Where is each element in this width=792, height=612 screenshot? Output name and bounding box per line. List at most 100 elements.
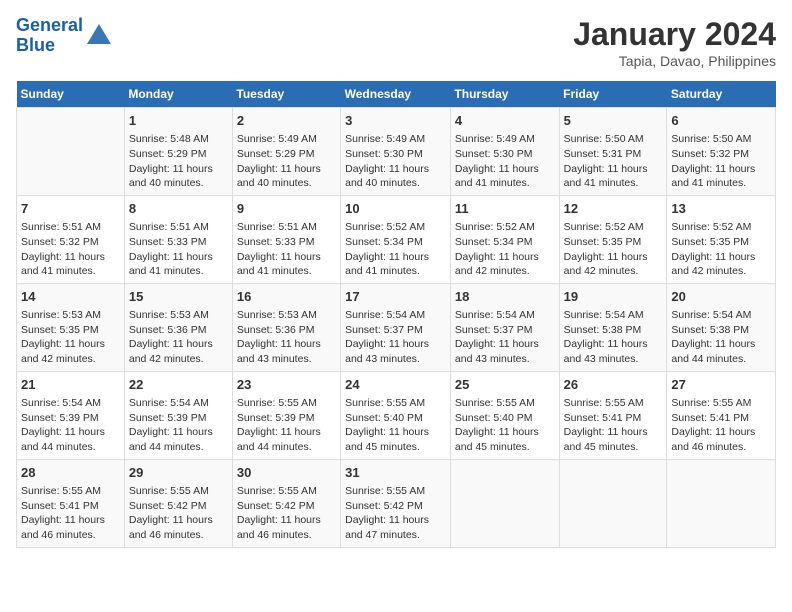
day-number: 17 [345, 288, 446, 306]
day-number: 30 [237, 464, 336, 482]
day-info: Sunrise: 5:54 AM Sunset: 5:38 PM Dayligh… [564, 308, 663, 367]
day-number: 29 [129, 464, 228, 482]
title-block: January 2024 Tapia, Davao, Philippines [573, 16, 776, 69]
calendar-cell: 14 Sunrise: 5:53 AM Sunset: 5:35 PM Dayli… [17, 283, 125, 371]
header-cell-saturday: Saturday [667, 81, 776, 108]
day-number: 1 [129, 112, 228, 130]
day-info: Sunrise: 5:49 AM Sunset: 5:30 PM Dayligh… [455, 132, 555, 191]
day-number: 3 [345, 112, 446, 130]
calendar-cell: 15 Sunrise: 5:53 AM Sunset: 5:36 PM Dayli… [124, 283, 232, 371]
calendar-cell: 10 Sunrise: 5:52 AM Sunset: 5:34 PM Dayli… [341, 195, 451, 283]
day-number: 6 [671, 112, 771, 130]
day-number: 4 [455, 112, 555, 130]
day-info: Sunrise: 5:49 AM Sunset: 5:29 PM Dayligh… [237, 132, 336, 191]
calendar-cell: 3 Sunrise: 5:49 AM Sunset: 5:30 PM Daylig… [341, 108, 451, 196]
day-info: Sunrise: 5:55 AM Sunset: 5:39 PM Dayligh… [237, 396, 336, 455]
page-header: General Blue January 2024 Tapia, Davao, … [16, 16, 776, 69]
week-row-0: 1Sunrise: 5:48 AM Sunset: 5:29 PM Daylig… [17, 108, 776, 196]
calendar-cell: 25Sunrise: 5:55 AM Sunset: 5:40 PM Dayli… [450, 371, 559, 459]
calendar-cell: 29Sunrise: 5:55 AM Sunset: 5:42 PM Dayli… [124, 459, 232, 547]
day-number: 15 [129, 288, 228, 306]
calendar-cell [559, 459, 667, 547]
day-info: Sunrise: 5:54 AM Sunset: 5:39 PM Dayligh… [21, 396, 120, 455]
header-cell-monday: Monday [124, 81, 232, 108]
calendar-cell: 27Sunrise: 5:55 AM Sunset: 5:41 PM Dayli… [667, 371, 776, 459]
day-info: Sunrise: 5:54 AM Sunset: 5:37 PM Dayligh… [345, 308, 446, 367]
week-row-1: 7 Sunrise: 5:51 AM Sunset: 5:32 PM Daylig… [17, 195, 776, 283]
week-row-4: 28 Sunrise: 5:55 AM Sunset: 5:41 PM Dayli… [17, 459, 776, 547]
calendar-table: SundayMondayTuesdayWednesdayThursdayFrid… [16, 81, 776, 548]
header-cell-friday: Friday [559, 81, 667, 108]
day-info: Sunrise: 5:51 AM Sunset: 5:33 PM Dayligh… [237, 220, 336, 279]
day-number: 26 [564, 376, 663, 394]
day-info: Sunrise: 5:52 AM Sunset: 5:34 PM Dayligh… [345, 220, 446, 279]
calendar-cell: 31 Sunrise: 5:55 AM Sunset: 5:42 PM Dayli… [341, 459, 451, 547]
day-number: 24 [345, 376, 446, 394]
day-info: Sunrise: 5:55 AM Sunset: 5:42 PM Dayligh… [345, 484, 446, 543]
calendar-cell: 1Sunrise: 5:48 AM Sunset: 5:29 PM Daylig… [124, 108, 232, 196]
day-info: Sunrise: 5:55 AM Sunset: 5:41 PM Dayligh… [671, 396, 771, 455]
calendar-cell: 17 Sunrise: 5:54 AM Sunset: 5:37 PM Dayli… [341, 283, 451, 371]
logo-text: General Blue [16, 16, 83, 56]
day-info: Sunrise: 5:53 AM Sunset: 5:36 PM Dayligh… [129, 308, 228, 367]
day-info: Sunrise: 5:49 AM Sunset: 5:30 PM Dayligh… [345, 132, 446, 191]
header-cell-tuesday: Tuesday [232, 81, 340, 108]
day-number: 16 [237, 288, 336, 306]
day-info: Sunrise: 5:51 AM Sunset: 5:32 PM Dayligh… [21, 220, 120, 279]
day-info: Sunrise: 5:50 AM Sunset: 5:32 PM Dayligh… [671, 132, 771, 191]
header-cell-sunday: Sunday [17, 81, 125, 108]
day-info: Sunrise: 5:54 AM Sunset: 5:39 PM Dayligh… [129, 396, 228, 455]
day-info: Sunrise: 5:52 AM Sunset: 5:35 PM Dayligh… [671, 220, 771, 279]
day-info: Sunrise: 5:52 AM Sunset: 5:35 PM Dayligh… [564, 220, 663, 279]
page-title: January 2024 [573, 16, 776, 53]
day-info: Sunrise: 5:55 AM Sunset: 5:40 PM Dayligh… [345, 396, 446, 455]
calendar-cell [667, 459, 776, 547]
day-info: Sunrise: 5:54 AM Sunset: 5:37 PM Dayligh… [455, 308, 555, 367]
calendar-cell: 2Sunrise: 5:49 AM Sunset: 5:29 PM Daylig… [232, 108, 340, 196]
day-number: 14 [21, 288, 120, 306]
calendar-cell: 12Sunrise: 5:52 AM Sunset: 5:35 PM Dayli… [559, 195, 667, 283]
calendar-cell: 22 Sunrise: 5:54 AM Sunset: 5:39 PM Dayli… [124, 371, 232, 459]
day-number: 31 [345, 464, 446, 482]
calendar-cell [450, 459, 559, 547]
week-row-3: 21 Sunrise: 5:54 AM Sunset: 5:39 PM Dayli… [17, 371, 776, 459]
week-row-2: 14 Sunrise: 5:53 AM Sunset: 5:35 PM Dayli… [17, 283, 776, 371]
day-info: Sunrise: 5:55 AM Sunset: 5:41 PM Dayligh… [564, 396, 663, 455]
calendar-cell [17, 108, 125, 196]
calendar-cell: 11Sunrise: 5:52 AM Sunset: 5:34 PM Dayli… [450, 195, 559, 283]
day-number: 11 [455, 200, 555, 218]
day-number: 21 [21, 376, 120, 394]
day-info: Sunrise: 5:55 AM Sunset: 5:40 PM Dayligh… [455, 396, 555, 455]
day-info: Sunrise: 5:51 AM Sunset: 5:33 PM Dayligh… [129, 220, 228, 279]
day-number: 19 [564, 288, 663, 306]
page-subtitle: Tapia, Davao, Philippines [573, 53, 776, 69]
day-info: Sunrise: 5:53 AM Sunset: 5:35 PM Dayligh… [21, 308, 120, 367]
day-number: 9 [237, 200, 336, 218]
header-cell-thursday: Thursday [450, 81, 559, 108]
calendar-cell: 21 Sunrise: 5:54 AM Sunset: 5:39 PM Dayli… [17, 371, 125, 459]
day-number: 13 [671, 200, 771, 218]
day-number: 7 [21, 200, 120, 218]
calendar-cell: 16 Sunrise: 5:53 AM Sunset: 5:36 PM Dayli… [232, 283, 340, 371]
day-number: 23 [237, 376, 336, 394]
day-number: 10 [345, 200, 446, 218]
header-cell-wednesday: Wednesday [341, 81, 451, 108]
calendar-cell: 24 Sunrise: 5:55 AM Sunset: 5:40 PM Dayli… [341, 371, 451, 459]
logo-icon [85, 22, 113, 50]
day-info: Sunrise: 5:53 AM Sunset: 5:36 PM Dayligh… [237, 308, 336, 367]
day-number: 28 [21, 464, 120, 482]
logo: General Blue [16, 16, 113, 56]
calendar-cell: 7 Sunrise: 5:51 AM Sunset: 5:32 PM Daylig… [17, 195, 125, 283]
calendar-cell: 28 Sunrise: 5:55 AM Sunset: 5:41 PM Dayli… [17, 459, 125, 547]
day-info: Sunrise: 5:50 AM Sunset: 5:31 PM Dayligh… [564, 132, 663, 191]
calendar-cell: 19 Sunrise: 5:54 AM Sunset: 5:38 PM Dayli… [559, 283, 667, 371]
day-number: 22 [129, 376, 228, 394]
day-number: 5 [564, 112, 663, 130]
calendar-cell: 26 Sunrise: 5:55 AM Sunset: 5:41 PM Dayli… [559, 371, 667, 459]
calendar-cell: 23 Sunrise: 5:55 AM Sunset: 5:39 PM Dayli… [232, 371, 340, 459]
day-info: Sunrise: 5:54 AM Sunset: 5:38 PM Dayligh… [671, 308, 771, 367]
calendar-cell: 30Sunrise: 5:55 AM Sunset: 5:42 PM Dayli… [232, 459, 340, 547]
day-number: 8 [129, 200, 228, 218]
day-info: Sunrise: 5:55 AM Sunset: 5:41 PM Dayligh… [21, 484, 120, 543]
calendar-cell: 20Sunrise: 5:54 AM Sunset: 5:38 PM Dayli… [667, 283, 776, 371]
